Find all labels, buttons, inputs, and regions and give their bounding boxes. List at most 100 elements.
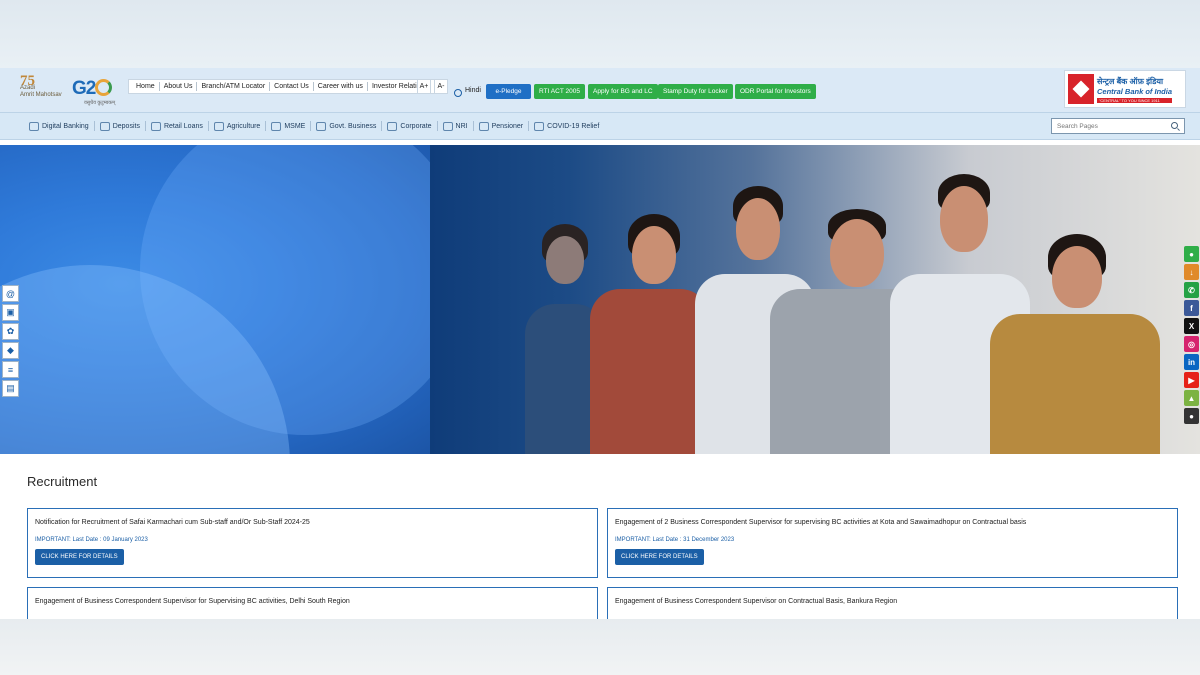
nav-covid-19-relief[interactable]: COVID-19 Relief xyxy=(529,121,604,131)
azadi-logo-line2: Amrit Mahotsav xyxy=(20,92,62,98)
govt-business-icon xyxy=(316,121,327,131)
nav-retail-loans[interactable]: Retail Loans xyxy=(146,121,209,131)
search-icon[interactable] xyxy=(1171,122,1178,129)
recruitment-last-date: IMPORTANT: Last Date : 31 December 2023 xyxy=(615,537,735,543)
recruitment-card-title[interactable]: Notification for Recruitment of Safai Ka… xyxy=(35,519,310,526)
nav-label: Corporate xyxy=(400,122,432,130)
e-pledge-button[interactable]: e-Pledge xyxy=(486,84,531,99)
agriculture-icon xyxy=(213,121,224,131)
pensioner-icon xyxy=(478,121,489,131)
language-toggle[interactable]: Hindi xyxy=(454,86,481,97)
nav-govt-business[interactable]: Govt. Business xyxy=(311,121,383,131)
odr-portal-button[interactable]: ODR Portal for Investors xyxy=(735,84,816,99)
nri-icon xyxy=(442,121,453,131)
font-increase-button[interactable]: A+ xyxy=(417,79,431,94)
right-social-links: ● ↓ ✆ f X ◎ in ▶ ▲ ● xyxy=(1184,246,1200,424)
azadi-logo-number: 75 xyxy=(20,73,35,89)
hero-banner xyxy=(0,145,1200,454)
nav-digital-banking[interactable]: Digital Banking xyxy=(24,121,95,131)
g20-logo-text: G2 xyxy=(72,78,96,99)
search-input[interactable] xyxy=(1051,118,1185,134)
top-link-branch-atm-locator[interactable]: Branch/ATM Locator xyxy=(197,82,271,91)
nav-pensioner[interactable]: Pensioner xyxy=(474,121,530,131)
digital-banking-icon xyxy=(29,121,39,131)
bank-tagline: "CENTRAL" TO YOU SINCE 1911 xyxy=(1097,97,1173,103)
card-icon[interactable]: ◆ xyxy=(2,342,19,359)
nav-label: Agriculture xyxy=(226,122,261,130)
nav-nri[interactable]: NRI xyxy=(438,121,474,131)
language-label: Hindi xyxy=(465,86,481,94)
nav-agriculture[interactable]: Agriculture xyxy=(209,121,267,131)
nav-label: NRI xyxy=(455,122,468,130)
top-link-about-us[interactable]: About Us xyxy=(160,82,198,91)
corporate-icon xyxy=(387,121,398,131)
email-icon[interactable]: @ xyxy=(2,285,19,302)
click-here-details-button[interactable]: CLICK HERE FOR DETAILS xyxy=(35,549,124,565)
calculator-icon[interactable]: ▤ xyxy=(2,380,19,397)
nav-label: Digital Banking xyxy=(42,122,89,130)
flower-icon[interactable]: ✿ xyxy=(2,323,19,340)
bank-website: 75 Azadi Amrit Mahotsav G2 वसुधैव कुटुम्… xyxy=(0,68,1200,619)
nav-label: Govt. Business xyxy=(329,122,377,130)
top-header: 75 Azadi Amrit Mahotsav G2 वसुधैव कुटुम्… xyxy=(0,68,1200,112)
recruitment-card-title[interactable]: Engagement of Business Correspondent Sup… xyxy=(615,598,897,605)
font-decrease-button[interactable]: A- xyxy=(434,79,448,94)
x-icon[interactable]: X xyxy=(1184,318,1199,334)
nav-label: Retail Loans xyxy=(163,122,203,130)
deposits-icon xyxy=(99,121,110,131)
top-link-home[interactable]: Home xyxy=(132,82,160,91)
bank-name: सेन्ट्रल बैंक ऑफ़ इंडिया Central Bank of… xyxy=(1097,76,1173,103)
main-nav: Digital Banking Deposits Retail Loans Ag… xyxy=(0,112,1200,140)
bank-emblem-icon xyxy=(1068,74,1094,104)
nav-label: Pensioner xyxy=(491,122,524,130)
recruitment-card-title[interactable]: Engagement of Business Correspondent Sup… xyxy=(35,598,350,605)
left-quick-links: @ ▣ ✿ ◆ ≡ ▤ xyxy=(2,285,21,469)
recruitment-card: Engagement of 2 Business Correspondent S… xyxy=(607,508,1178,578)
azadi-logo-line1: Azadi xyxy=(20,85,36,91)
menu-icon[interactable]: ≡ xyxy=(2,361,19,378)
retail-loans-icon xyxy=(150,121,161,131)
android-icon[interactable]: ▲ xyxy=(1184,390,1199,406)
download-icon[interactable]: ↓ xyxy=(1184,264,1199,280)
msme-icon xyxy=(271,121,282,131)
whatsapp-icon[interactable]: ✆ xyxy=(1184,282,1199,298)
staff-figure xyxy=(590,214,710,454)
stamp-duty-locker-button[interactable]: Stamp Duty for Locker xyxy=(658,84,733,99)
screenshot-frame-bottom xyxy=(0,619,1200,675)
azadi-ka-amrit-mahotsav-logo[interactable]: 75 Azadi Amrit Mahotsav xyxy=(20,73,66,104)
top-link-contact-us[interactable]: Contact Us xyxy=(270,82,314,91)
nav-label: Deposits xyxy=(112,122,140,130)
central-bank-of-india-logo[interactable]: सेन्ट्रल बैंक ऑफ़ इंडिया Central Bank of… xyxy=(1064,70,1186,108)
recruitment-card: Notification for Recruitment of Safai Ka… xyxy=(27,508,598,578)
linkedin-icon[interactable]: in xyxy=(1184,354,1199,370)
apply-bg-lc-button[interactable]: Apply for BG and LC xyxy=(588,84,658,99)
nav-corporate[interactable]: Corporate xyxy=(382,121,438,131)
covid-relief-icon xyxy=(534,121,545,131)
click-here-details-button[interactable]: CLICK HERE FOR DETAILS xyxy=(615,549,704,565)
nav-deposits[interactable]: Deposits xyxy=(95,121,146,131)
rti-act-button[interactable]: RTI ACT 2005 xyxy=(534,84,585,99)
staff-figure xyxy=(990,234,1160,454)
bank-name-english: Central Bank of India xyxy=(1097,86,1173,96)
top-link-career[interactable]: Career with us xyxy=(314,82,368,91)
recruitment-card-title[interactable]: Engagement of 2 Business Correspondent S… xyxy=(615,519,1026,526)
person-icon[interactable]: ● xyxy=(1184,246,1199,262)
nav-label: MSME xyxy=(284,122,306,130)
g20-lotus-icon xyxy=(95,79,113,96)
g20-tagline: वसुधैव कुटुम्बकम् xyxy=(84,100,116,106)
hero-blue-panel xyxy=(0,145,470,454)
globe-icon xyxy=(454,89,462,97)
instagram-icon[interactable]: ◎ xyxy=(1184,336,1199,352)
hero-staff-photo xyxy=(430,145,1200,454)
top-links: Home About Us Branch/ATM Locator Contact… xyxy=(128,79,436,94)
youtube-icon[interactable]: ▶ xyxy=(1184,372,1199,388)
nav-label: COVID-19 Relief xyxy=(547,122,600,130)
recruitment-card: Engagement of Business Correspondent Sup… xyxy=(607,587,1178,619)
apple-icon[interactable]: ● xyxy=(1184,408,1199,424)
g20-logo[interactable]: G2 वसुधैव कुटुम्बकम् xyxy=(72,78,122,106)
mobile-icon[interactable]: ▣ xyxy=(2,304,19,321)
recruitment-card: Engagement of Business Correspondent Sup… xyxy=(27,587,598,619)
facebook-icon[interactable]: f xyxy=(1184,300,1199,316)
nav-msme[interactable]: MSME xyxy=(266,121,312,131)
recruitment-heading: Recruitment xyxy=(27,474,98,489)
